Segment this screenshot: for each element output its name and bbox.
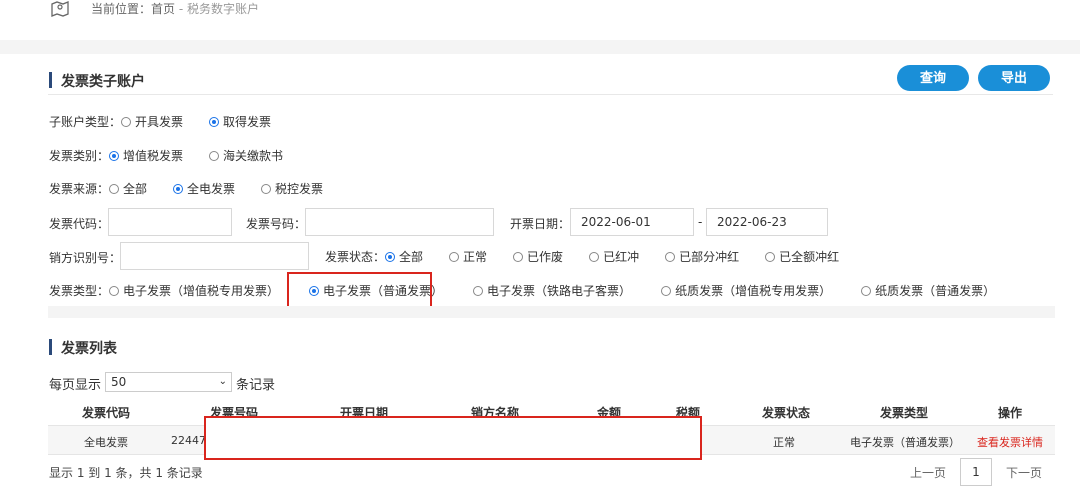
prev-page-button[interactable]: 上一页 [910, 464, 946, 481]
radio-dot [589, 251, 600, 262]
page-size-select[interactable]: 50 ⌄ [105, 372, 232, 392]
cell-status: 正常 [773, 436, 795, 449]
seller-id-label: 销方识别号： [49, 251, 122, 265]
radio-dot [661, 285, 672, 296]
invoice-code-label: 发票代码： [49, 217, 110, 231]
radio-status-voided[interactable]: 已作废 [513, 248, 563, 265]
radio-type-paper-normal[interactable]: 纸质发票（普通发票） [861, 282, 995, 299]
filter-account-type: 子账户类型： 开具发票 取得发票 [49, 113, 297, 130]
radio-vat-invoice[interactable]: 增值税发票 [109, 147, 183, 164]
radio-dot [261, 183, 272, 194]
radio-dot [861, 285, 872, 296]
radio-account-receive[interactable]: 取得发票 [209, 113, 271, 130]
seller-id-input[interactable] [120, 242, 309, 270]
page-size-prefix: 每页显示 [49, 378, 102, 393]
radio-status-normal[interactable]: 正常 [449, 248, 487, 265]
radio-dot [209, 150, 220, 161]
radio-source-fulldigital[interactable]: 全电发票 [173, 180, 235, 197]
radio-status-full-red[interactable]: 已全额冲红 [765, 248, 839, 265]
filter-label: 发票来源： [49, 182, 110, 196]
filter-label: 发票类别： [49, 149, 110, 163]
invoice-number-label: 发票号码： [246, 217, 307, 231]
radio-type-e-vat-special[interactable]: 电子发票（增值税专用发票） [109, 282, 279, 299]
radio-status-partial-red[interactable]: 已部分冲红 [665, 248, 739, 265]
view-invoice-detail-link[interactable]: 查看发票详情 [977, 434, 1043, 450]
radio-source-all[interactable]: 全部 [109, 180, 147, 197]
filter-invoice-category: 发票类别： 增值税发票 海关缴款书 [49, 147, 309, 164]
filter-invoice-type: 发票类型： 电子发票（增值税专用发票） 电子发票（普通发票） 电子发票（铁路电子… [49, 282, 1021, 299]
page-size-suffix: 条记录 [236, 378, 276, 393]
radio-type-paper-vat-special[interactable]: 纸质发票（增值税专用发票） [661, 282, 831, 299]
date-start-input[interactable]: 2022-06-01 [570, 208, 694, 236]
th-status: 发票状态 [762, 406, 811, 420]
map-location-icon [51, 1, 69, 17]
radio-customs-payment[interactable]: 海关缴款书 [209, 147, 283, 164]
export-button[interactable]: 导出 [978, 65, 1050, 91]
separator-band-2 [48, 306, 1055, 318]
radio-dot [109, 183, 120, 194]
page-number-button[interactable]: 1 [960, 458, 992, 486]
breadcrumb-bar: 当前位置：首页 - 税务数字账户 [0, 0, 1080, 42]
cell-invoice-number: 22447 [171, 434, 206, 447]
filter-invoice-source: 发票来源： 全部 全电发票 税控发票 [49, 180, 349, 197]
pagination-summary: 显示 1 到 1 条，共 1 条记录 [49, 466, 203, 480]
breadcrumb-home[interactable]: 当前位置：首页 [91, 2, 175, 16]
radio-status-all[interactable]: 全部 [385, 248, 423, 265]
filter-label: 发票类型： [49, 284, 110, 298]
radio-dot [449, 251, 460, 262]
radio-dot [473, 285, 484, 296]
cell-type: 电子发票（普通发票） [850, 436, 960, 449]
th-invoice-code: 发票代码 [82, 406, 131, 420]
section-title-accounts: 发票类子账户 [49, 71, 145, 91]
filter-label: 发票状态： [325, 250, 386, 264]
issue-date-label: 开票日期： [510, 217, 571, 231]
filter-invoice-status: 发票状态： 全部 正常 已作废 已红冲 已部分冲红 已全额冲红 [325, 248, 865, 265]
radio-dot [109, 285, 120, 296]
th-action: 操作 [998, 406, 1023, 420]
radio-type-e-railway[interactable]: 电子发票（铁路电子客票） [473, 282, 631, 299]
breadcrumb: 当前位置：首页 - 税务数字账户 [91, 0, 259, 17]
radio-dot [121, 116, 132, 127]
redaction-box [204, 416, 702, 460]
th-type: 发票类型 [880, 406, 929, 420]
radio-dot-selected [209, 116, 220, 127]
date-end-input[interactable]: 2022-06-23 [706, 208, 828, 236]
date-separator: - [698, 215, 703, 229]
filter-label: 子账户类型： [49, 115, 122, 129]
chevron-down-icon: ⌄ [218, 376, 227, 387]
radio-source-taxcontrol[interactable]: 税控发票 [261, 180, 323, 197]
radio-dot [665, 251, 676, 262]
invoice-code-input[interactable] [108, 208, 232, 236]
next-page-button[interactable]: 下一页 [1006, 464, 1042, 481]
radio-dot-selected [109, 150, 120, 161]
query-button[interactable]: 查询 [897, 65, 969, 91]
title-divider [48, 94, 1053, 95]
breadcrumb-current: - 税务数字账户 [175, 2, 259, 16]
radio-dot [765, 251, 776, 262]
radio-status-redflushed[interactable]: 已红冲 [589, 248, 639, 265]
radio-dot-selected [385, 251, 396, 262]
radio-dot [513, 251, 524, 262]
section-title-invoice-list: 发票列表 [49, 338, 117, 358]
radio-account-issue[interactable]: 开具发票 [121, 113, 183, 130]
invoice-number-input[interactable] [305, 208, 494, 236]
separator-band [0, 40, 1080, 54]
cell-invoice-code: 全电发票 [84, 436, 128, 449]
radio-dot-selected [173, 183, 184, 194]
